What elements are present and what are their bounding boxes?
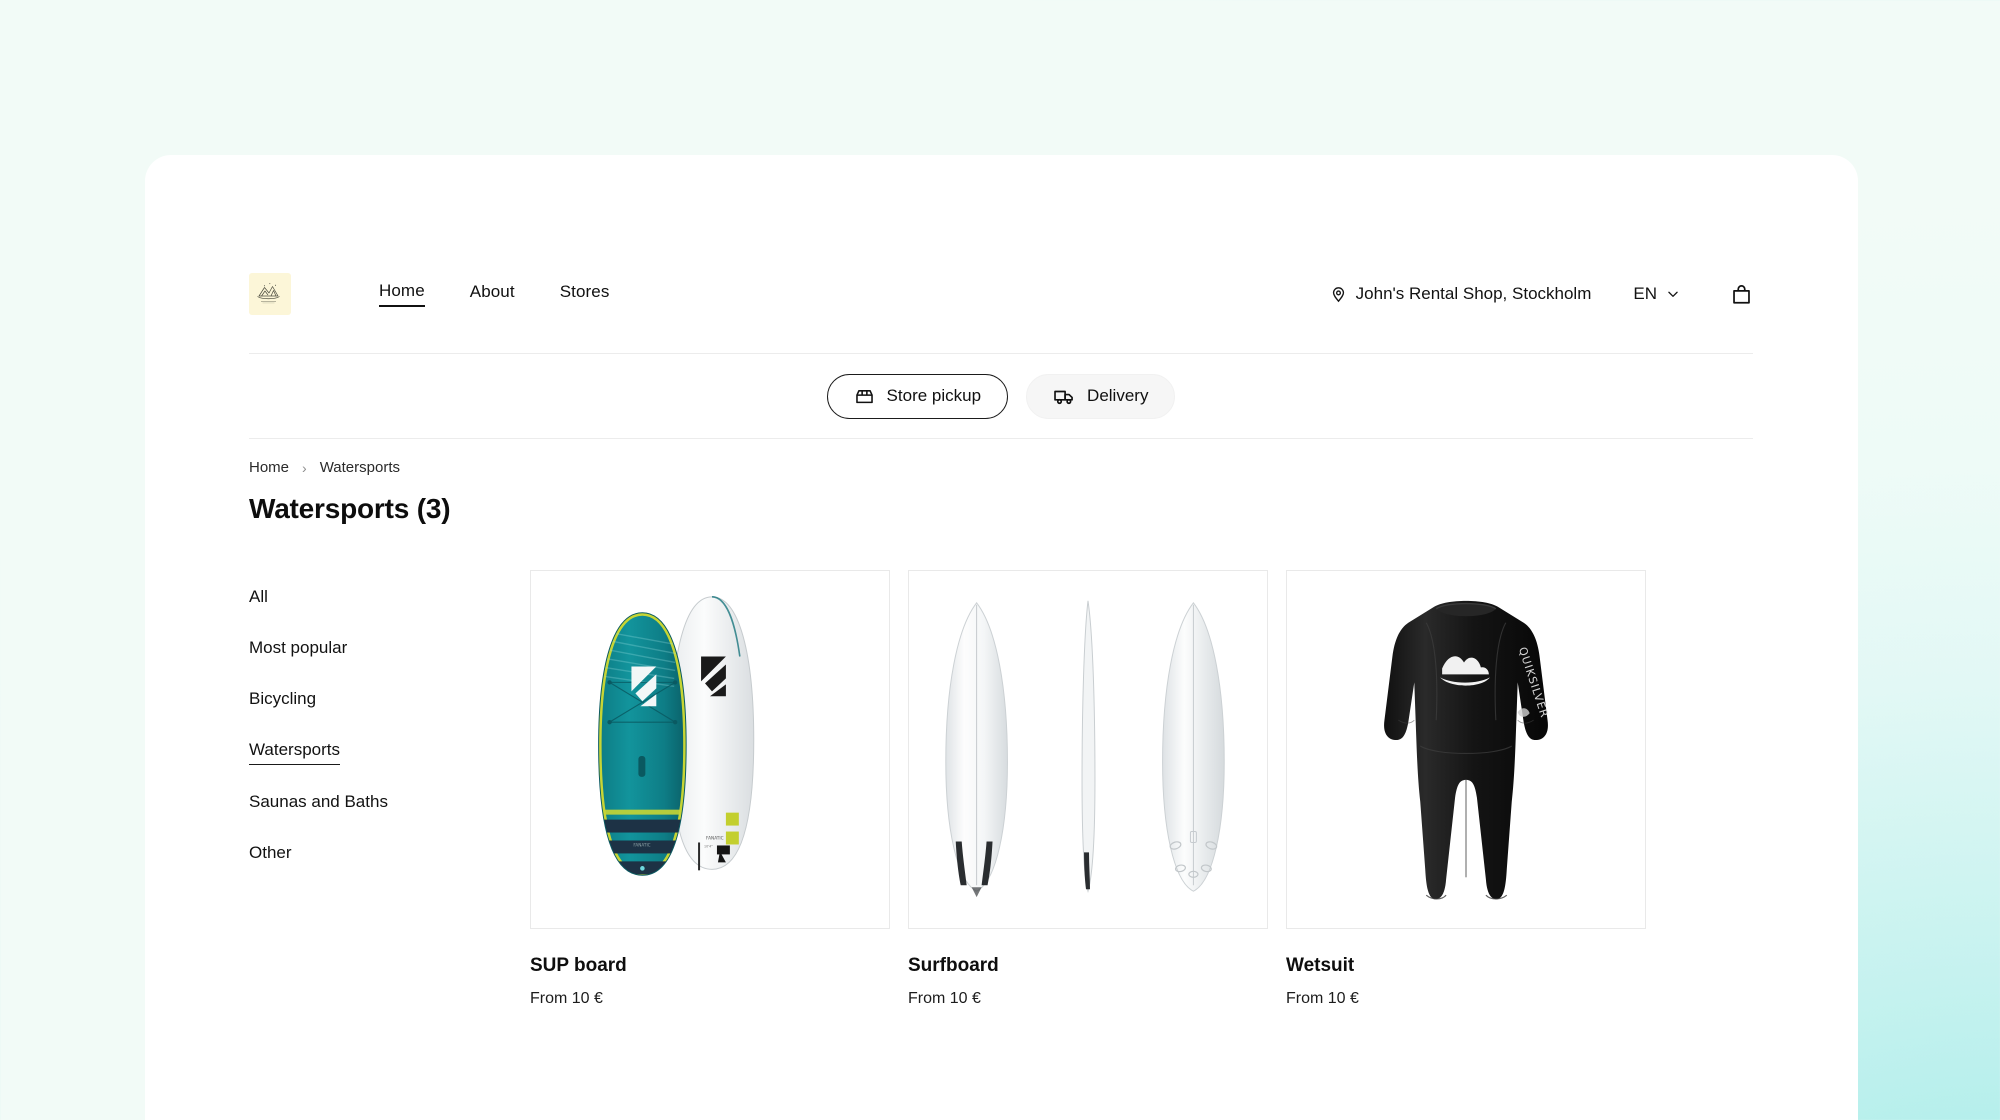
filter-item-most-popular[interactable]: Most popular <box>249 638 347 662</box>
svg-text:FANATIC: FANATIC <box>706 835 724 841</box>
language-selector[interactable]: EN <box>1633 284 1680 304</box>
brand-logo[interactable] <box>249 273 291 315</box>
storefront-icon <box>855 389 873 403</box>
fulfilment-option-store-pickup[interactable]: Store pickup <box>826 373 1009 419</box>
breadcrumb-separator-icon: › <box>302 459 307 476</box>
header-actions: John's Rental Shop, Stockholm EN <box>1330 283 1753 306</box>
filter-item-saunas-and-baths[interactable]: Saunas and Baths <box>249 792 388 816</box>
catalog-content: All Most popular Bicycling Watersports S… <box>249 570 1753 1008</box>
nav-item-home[interactable]: Home <box>379 281 425 307</box>
site-header: Home About Stores John's Rental Shop, St… <box>249 235 1753 353</box>
category-filter-list: All Most popular Bicycling Watersports S… <box>249 570 530 1008</box>
page-panel: Home About Stores John's Rental Shop, St… <box>145 155 1858 1120</box>
main-nav: Home About Stores <box>379 281 609 307</box>
store-location-selector[interactable]: John's Rental Shop, Stockholm <box>1330 284 1592 304</box>
product-image-sup-board[interactable]: FANATIC 10'4" FANATIC <box>530 570 890 929</box>
filter-item-all[interactable]: All <box>249 587 268 611</box>
filter-item-other[interactable]: Other <box>249 843 292 867</box>
mountain-emblem-logo-icon <box>257 283 280 304</box>
cart-button[interactable] <box>1730 283 1753 306</box>
fulfilment-option-delivery-label: Delivery <box>1087 386 1149 405</box>
product-card-surfboard[interactable]: Surfboard From 10 € <box>908 570 1268 1008</box>
product-price-wetsuit: From 10 € <box>1286 990 1359 1007</box>
shopping-bag-icon <box>1733 284 1750 304</box>
product-card-wetsuit[interactable]: QUIKSILVER Wetsuit From 10 € <box>1286 570 1646 1008</box>
product-price-surfboard: From 10 € <box>908 990 981 1007</box>
page-inner: Home About Stores John's Rental Shop, St… <box>249 155 1753 1008</box>
product-name-surfboard[interactable]: Surfboard <box>908 955 1268 977</box>
breadcrumb-item-current: Watersports <box>319 459 400 476</box>
surfboard-photo <box>945 600 1225 898</box>
sup-board-photo: FANATIC 10'4" FANATIC <box>598 596 755 876</box>
filter-item-watersports[interactable]: Watersports <box>249 740 341 765</box>
filter-item-bicycling[interactable]: Bicycling <box>249 689 316 713</box>
map-pin-icon <box>1332 286 1344 302</box>
delivery-truck-icon <box>1054 390 1073 405</box>
wetsuit-photo: QUIKSILVER <box>1384 600 1551 900</box>
page-title: Watersports (3) <box>249 493 451 524</box>
svg-text:FANATIC: FANATIC <box>633 842 650 847</box>
nav-item-about[interactable]: About <box>470 282 515 306</box>
product-grid: FANATIC 10'4" FANATIC SUP board From 10 … <box>530 570 1646 1008</box>
breadcrumb-item-home[interactable]: Home <box>249 459 289 476</box>
svg-text:10'4": 10'4" <box>704 844 713 848</box>
chevron-down-icon <box>1668 291 1678 297</box>
header-divider-bottom <box>249 438 1753 439</box>
product-name-wetsuit[interactable]: Wetsuit <box>1286 955 1646 977</box>
language-label: EN <box>1633 284 1657 303</box>
product-name-sup-board[interactable]: SUP board <box>530 955 890 977</box>
fulfilment-toggle-group: Store pickup Delivery <box>249 354 1753 438</box>
fulfilment-option-store-pickup-label: Store pickup <box>886 386 982 405</box>
store-location-label: John's Rental Shop, Stockholm <box>1355 284 1592 303</box>
product-card-sup-board[interactable]: FANATIC 10'4" FANATIC SUP board From 10 … <box>530 570 890 1008</box>
product-image-wetsuit[interactable]: QUIKSILVER <box>1286 570 1646 929</box>
nav-item-stores[interactable]: Stores <box>560 282 610 306</box>
fulfilment-option-delivery[interactable]: Delivery <box>1026 373 1176 419</box>
product-price-sup-board: From 10 € <box>530 990 603 1007</box>
breadcrumb: Home › Watersports <box>249 459 1753 476</box>
product-image-surfboard[interactable] <box>908 570 1268 929</box>
